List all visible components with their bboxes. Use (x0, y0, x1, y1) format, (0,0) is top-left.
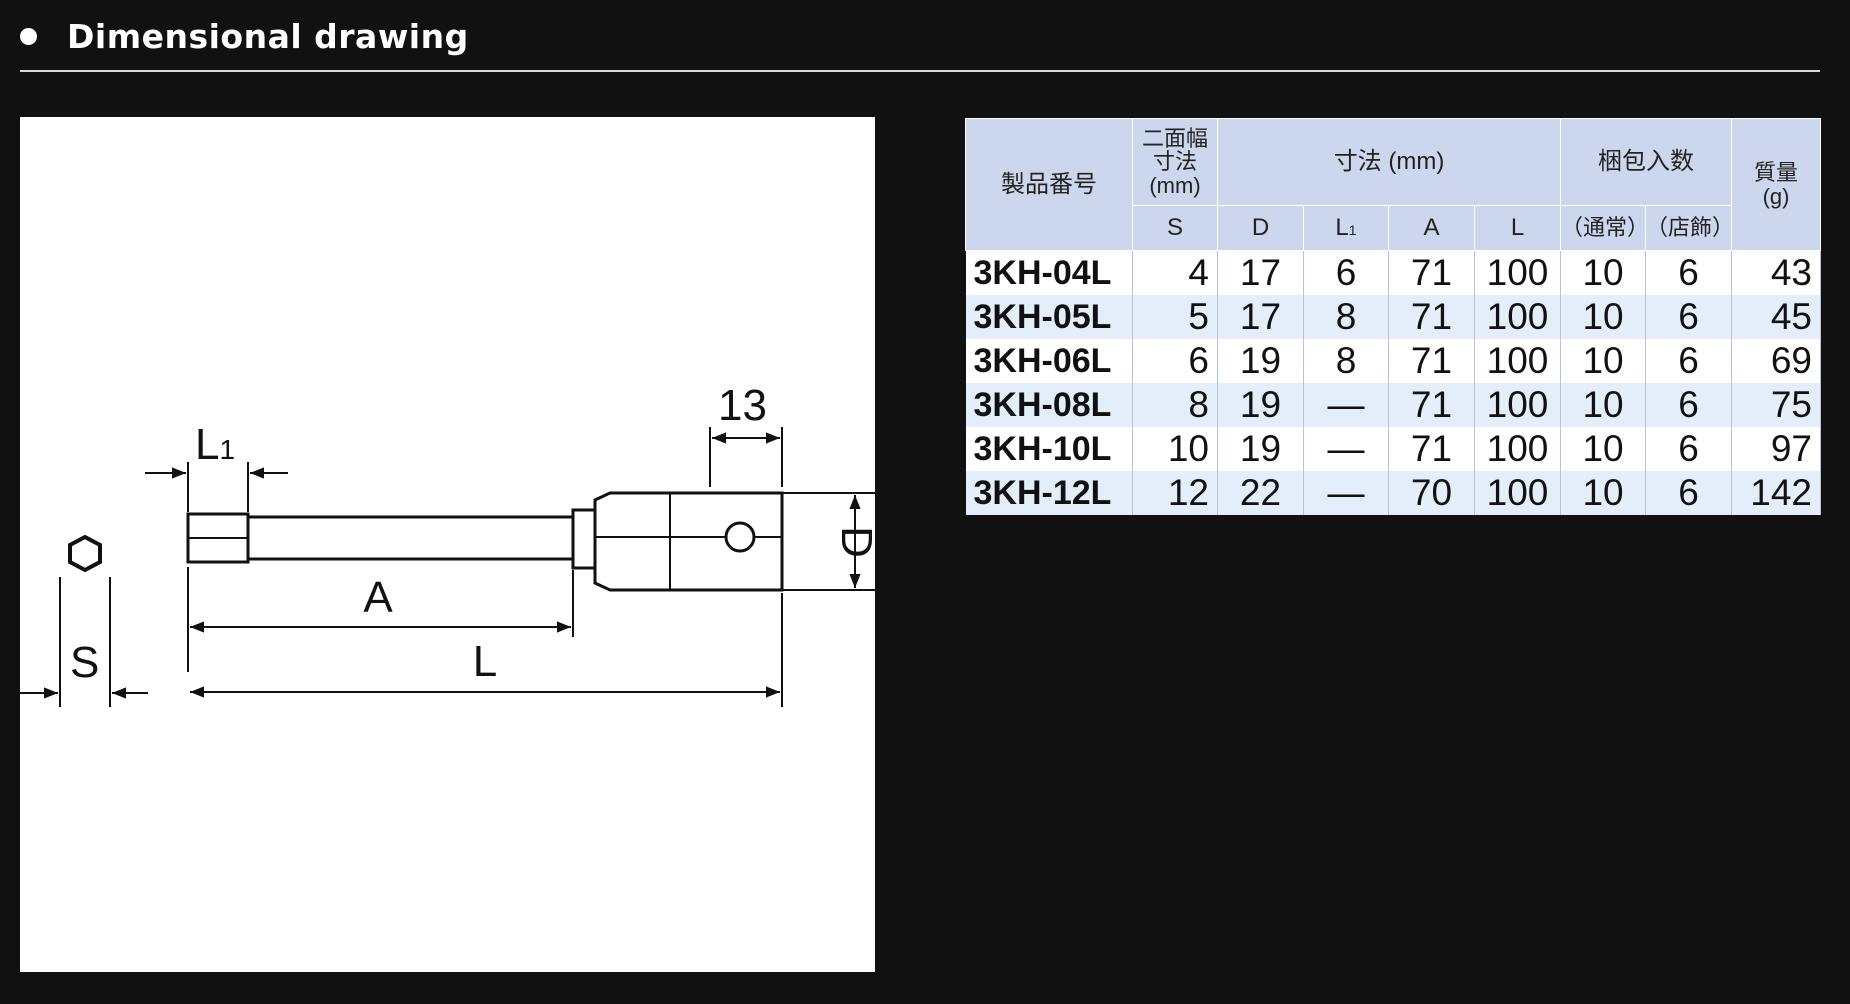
cell-L: 100 (1474, 250, 1562, 295)
cell-store: 6 (1645, 427, 1733, 471)
cell-L1: 6 (1303, 250, 1389, 295)
cell-A: 71 (1388, 427, 1475, 471)
header-divider (20, 70, 1820, 72)
cell-L: 100 (1474, 295, 1562, 339)
header-normal: （通常） (1560, 205, 1649, 251)
cell-L: 100 (1474, 339, 1562, 383)
cell-A: 71 (1388, 383, 1475, 427)
cell-D: 17 (1217, 250, 1304, 295)
cell-L1: — (1303, 471, 1389, 515)
header-dimensions: 寸法 (mm) (1216, 118, 1562, 206)
header-width-across-flats: 二面幅 寸法 (mm) (1132, 118, 1218, 206)
cell-pn: 3KH-04L (965, 250, 1133, 295)
cell-A: 71 (1388, 339, 1475, 383)
header-packing-qty: 梱包入数 (1560, 118, 1733, 206)
cell-mass: 69 (1731, 339, 1822, 383)
label-L: L (473, 637, 497, 686)
bullet-icon (20, 27, 37, 45)
cell-L: 100 (1474, 383, 1562, 427)
cell-mass: 75 (1731, 383, 1822, 427)
cell-store: 6 (1645, 383, 1733, 427)
cell-store: 6 (1645, 471, 1733, 515)
label-13: 13 (718, 381, 767, 430)
drawing-svg: S L1 13 D A (20, 381, 875, 707)
detent-ball (724, 521, 756, 553)
cell-normal: 10 (1560, 339, 1647, 383)
cell-normal: 10 (1560, 295, 1647, 339)
cell-A: 70 (1388, 471, 1475, 515)
header-A: A (1388, 205, 1475, 251)
dimensional-drawing: S L1 13 D A (20, 117, 875, 972)
cell-store: 6 (1645, 295, 1733, 339)
header-L1: L1 (1303, 205, 1389, 251)
cell-normal: 10 (1560, 383, 1647, 427)
table-row: 3KH-05L 5 17 8 71 100 10 6 45 (965, 295, 1822, 339)
cell-S: 8 (1132, 383, 1218, 427)
cell-pn: 3KH-05L (965, 295, 1133, 339)
cell-D: 19 (1217, 339, 1304, 383)
hex-end-view (68, 534, 102, 573)
cell-pn: 3KH-06L (965, 339, 1133, 383)
cell-normal: 10 (1560, 250, 1647, 295)
label-D: D (832, 526, 875, 558)
cell-pn: 3KH-08L (965, 383, 1133, 427)
cell-normal: 10 (1560, 471, 1647, 515)
cell-L1: 8 (1303, 295, 1389, 339)
cell-pn: 3KH-10L (965, 427, 1133, 471)
cell-D: 19 (1217, 427, 1304, 471)
cell-L: 100 (1474, 427, 1562, 471)
section-header: Dimensional drawing (20, 8, 1820, 64)
table-row: 3KH-12L 12 22 — 70 100 10 6 142 (965, 471, 1822, 515)
header-product-no: 製品番号 (965, 118, 1133, 251)
cell-L: 100 (1474, 471, 1562, 515)
cell-L1: 8 (1303, 339, 1389, 383)
label-A: A (363, 573, 393, 622)
section-title: Dimensional drawing (67, 16, 469, 56)
cell-S: 6 (1132, 339, 1218, 383)
table-row: 3KH-04L 4 17 6 71 100 10 6 43 (965, 250, 1822, 295)
cell-mass: 43 (1731, 250, 1822, 295)
spec-table-container: 製品番号 二面幅 寸法 (mm) 寸法 (mm) 梱包入数 質量 (g) S D… (965, 118, 1822, 515)
spec-table: 製品番号 二面幅 寸法 (mm) 寸法 (mm) 梱包入数 質量 (g) S D… (965, 118, 1822, 515)
header-D: D (1217, 205, 1304, 251)
cell-S: 10 (1132, 427, 1218, 471)
cell-normal: 10 (1560, 427, 1647, 471)
label-L1: L1 (195, 420, 235, 469)
cell-mass: 142 (1731, 471, 1822, 515)
cell-A: 71 (1388, 250, 1475, 295)
cell-L1: — (1303, 427, 1389, 471)
cell-S: 4 (1132, 250, 1218, 295)
header-S: S (1132, 205, 1218, 251)
cell-pn: 3KH-12L (965, 471, 1133, 515)
hex-bit-shaft (246, 515, 575, 561)
cell-A: 71 (1388, 295, 1475, 339)
cell-S: 5 (1132, 295, 1218, 339)
cell-store: 6 (1645, 339, 1733, 383)
cell-S: 12 (1132, 471, 1218, 515)
cell-mass: 97 (1731, 427, 1822, 471)
label-S: S (70, 638, 99, 687)
cell-mass: 45 (1731, 295, 1822, 339)
cell-store: 6 (1645, 250, 1733, 295)
table-row: 3KH-06L 6 19 8 71 100 10 6 69 (965, 339, 1822, 383)
header-mass: 質量 (g) (1731, 118, 1822, 251)
cell-D: 22 (1217, 471, 1304, 515)
cell-D: 19 (1217, 383, 1304, 427)
header-store: （店飾） (1645, 205, 1734, 251)
table-row: 3KH-08L 8 19 — 71 100 10 6 75 (965, 383, 1822, 427)
cell-D: 17 (1217, 295, 1304, 339)
header-L: L (1473, 205, 1562, 251)
table-row: 3KH-10L 10 19 — 71 100 10 6 97 (965, 427, 1822, 471)
cell-L1: — (1303, 383, 1389, 427)
